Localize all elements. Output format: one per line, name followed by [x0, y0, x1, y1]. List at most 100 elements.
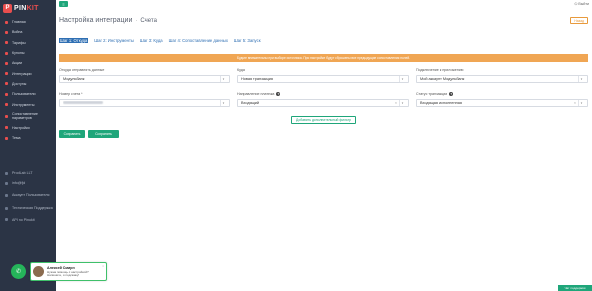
account-value [63, 100, 220, 106]
logo[interactable]: P PINKIT [3, 2, 39, 14]
source-select[interactable]: Модульбанк ▾ [59, 75, 230, 83]
status-label-text: Статус транзакции [416, 92, 448, 96]
add-filter-button[interactable]: Добавить дополнительный фильтр [291, 116, 356, 124]
connection-value: Мой аккаунт Модульбанк [420, 77, 465, 81]
save-continue-button[interactable]: Сохранить [88, 130, 119, 138]
account-select[interactable]: ▾ [59, 99, 230, 107]
direction-label: Направление платежа? [237, 92, 281, 96]
chat-open-button[interactable]: ✆ [11, 264, 26, 279]
sidebar-item-main[interactable]: Главная [0, 17, 56, 27]
status-select[interactable]: Входящая исполненная × ▾ [416, 99, 588, 107]
sidebar-item-tools[interactable]: Инструменты [0, 99, 56, 109]
sidebar-item-war[interactable]: Война [0, 27, 56, 37]
users-icon [5, 92, 8, 96]
tab-step-4[interactable]: Шаг 4: Сопоставление данных [169, 38, 228, 43]
sidebar-item-support[interactable]: Техническая Поддержка [0, 202, 56, 215]
tab-step-3[interactable]: Шаг 3: Куда [140, 38, 163, 43]
sidebar-item-access[interactable]: Доступы [0, 79, 56, 89]
sidebar-item-label: Главная [12, 20, 26, 25]
close-icon[interactable]: × [102, 264, 104, 268]
logout-label: Выйти [578, 2, 589, 6]
sidebar-item-api[interactable]: API no Pinukit [0, 215, 56, 225]
sidebar-bottom-menu: ProdLab LLT info@fjd Аккаунт Пользовател… [0, 168, 56, 225]
sidebar-item-label: Пользователи [12, 92, 36, 97]
home-icon [5, 20, 8, 24]
chevron-down-icon: ▾ [578, 76, 584, 82]
sidebar-item-label: Настройки [12, 125, 30, 130]
chevron-down-icon: ▾ [220, 76, 226, 82]
direction-value: Входящий [241, 101, 260, 105]
logo-text-a: PIN [14, 4, 27, 12]
chat-text: Алексей Смирн Нужна помощь с настройкой?… [47, 266, 102, 278]
flag-icon [5, 30, 8, 34]
chat-icon: ✆ [15, 269, 22, 275]
sidebar-item-label: Акции [12, 61, 23, 66]
sidebar-item-label: Техническая Поддержка [12, 206, 53, 211]
tab-step-5[interactable]: Шаг 5: Запуск [234, 38, 261, 43]
back-button[interactable]: Назад [570, 17, 588, 24]
save-button[interactable]: Сохранить [59, 130, 85, 138]
sidebar-item-label: Аккаунт Пользователя [12, 193, 50, 198]
logo-mark-icon: P [3, 3, 12, 13]
sidebar-item-coupons[interactable]: Купоны [0, 48, 56, 58]
sidebar-item-label: Сопоставление параметров [12, 112, 38, 121]
connection-label: Подключение к приложению [416, 68, 464, 72]
clear-icon[interactable]: × [574, 101, 576, 105]
status-label: Статус транзакции? [416, 92, 454, 96]
mail-icon [5, 181, 8, 185]
headset-icon [5, 206, 8, 210]
gear-icon [5, 126, 8, 130]
sidebar-item-account[interactable]: Аккаунт Пользователя [0, 189, 56, 202]
sidebar-item-settings[interactable]: Настройки [0, 123, 56, 133]
tab-step-2[interactable]: Шаг 2: Инструменты [94, 38, 134, 43]
building-icon [5, 171, 8, 175]
sidebar-item-email[interactable]: info@fjd [0, 178, 56, 188]
where-label: Куда [237, 68, 245, 72]
logo-text: PINKIT [14, 5, 39, 12]
sidebar-item-label: Интеграции [12, 71, 32, 76]
clear-icon[interactable]: × [395, 101, 397, 105]
page-subtitle: Счета [140, 18, 157, 24]
logo-text-b: KIT [26, 4, 39, 12]
sidebar-item-label: Купоны [12, 51, 25, 56]
sidebar-item-mapping[interactable]: Сопоставление параметров [0, 110, 56, 123]
sidebar-item-company[interactable]: ProdLab LLT [0, 168, 56, 178]
palette-icon [5, 136, 8, 140]
chevron-down-icon: ▾ [220, 100, 226, 106]
support-chat-bar[interactable]: Чат поддержки [558, 285, 592, 291]
status-value: Входящая исполненная [420, 101, 462, 105]
redacted-value [63, 100, 103, 105]
page-header: Настройка интеграции · Счета [59, 17, 157, 24]
step-tabs: Шаг 1: Откуда Шаг 2: Инструменты Шаг 3: … [59, 38, 261, 43]
chat-popup[interactable]: Алексей Смирн Нужна помощь с настройкой?… [30, 262, 107, 281]
avatar [33, 266, 44, 277]
sidebar-item-theme[interactable]: Тема [0, 133, 56, 143]
where-select[interactable]: Новая транзакция ▾ [237, 75, 409, 83]
account-label-text: Номер счета * [59, 92, 83, 96]
chat-message: Нужна помощь с настройкой? Напишите, я п… [47, 269, 89, 277]
sidebar-item-integrations[interactable]: Интеграции [0, 68, 56, 78]
menu-toggle-button[interactable]: ≡ [59, 1, 68, 7]
code-icon [5, 218, 8, 222]
sidebar-item-label: Тема [12, 136, 21, 141]
warning-banner: Будьте внимательны при выборе источника.… [59, 54, 588, 62]
sidebar-item-tariffs[interactable]: Тарифы [0, 38, 56, 48]
chevron-down-icon: ▾ [399, 100, 405, 106]
source-label: Откуда отправлять данные [59, 68, 104, 72]
help-icon[interactable]: ? [276, 92, 281, 96]
plug-icon [5, 72, 8, 76]
connection-select[interactable]: Мой аккаунт Модульбанк ▾ [416, 75, 588, 83]
chevron-down-icon: ▾ [578, 100, 584, 106]
tab-step-1[interactable]: Шаг 1: Откуда [59, 38, 89, 43]
logout-link[interactable]: ⏻ Выйти [575, 2, 590, 6]
direction-select[interactable]: Входящий × ▾ [237, 99, 409, 107]
chat-agent-name: Алексей Смирн [47, 265, 75, 270]
sidebar-item-users[interactable]: Пользователи [0, 89, 56, 99]
sidebar-item-label: Доступы [12, 81, 27, 86]
account-label: Номер счета * [59, 92, 83, 96]
where-value: Новая транзакция [241, 77, 273, 81]
sidebar-item-label: Война [12, 30, 23, 35]
sidebar-item-label: API no Pinukit [12, 217, 35, 222]
sidebar-item-promos[interactable]: Акции [0, 58, 56, 68]
help-icon[interactable]: ? [449, 92, 454, 96]
